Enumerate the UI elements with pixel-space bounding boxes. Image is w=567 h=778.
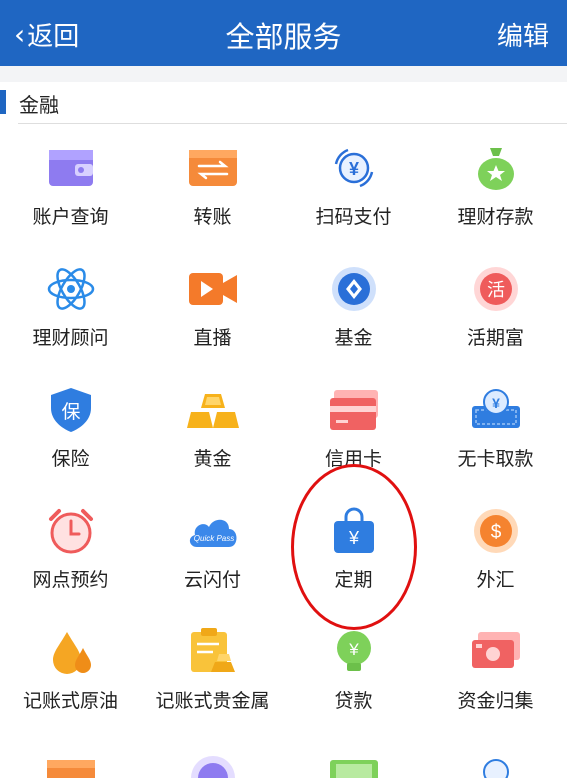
service-cardless-withdraw[interactable]: ¥ 无卡取款 [425, 366, 566, 487]
service-live[interactable]: 直播 [142, 245, 283, 366]
service-wealth-advisor[interactable]: 理财顾问 [0, 245, 141, 366]
section-label: 金融 [19, 93, 59, 117]
divider [0, 66, 567, 82]
fund-coin-icon [332, 267, 376, 311]
service-wealth-deposit[interactable]: 理财存款 [425, 124, 566, 245]
oil-drop-icon [53, 632, 91, 674]
bubble-icon [483, 759, 509, 778]
service-label: 扫码支付 [315, 206, 392, 228]
alarm-clock-icon [49, 509, 93, 554]
cash-icon [330, 760, 378, 778]
service-label: 网点预约 [32, 569, 109, 591]
service-gold[interactable]: 黄金 [142, 366, 283, 487]
page-title: 全部服务 [225, 20, 342, 54]
scan-pay-icon: ¥ [334, 148, 374, 188]
atom-icon [47, 268, 95, 310]
video-camera-icon [189, 273, 237, 305]
service-label: 记账式原油 [22, 690, 118, 712]
huo-coin-icon: 活 [474, 267, 518, 311]
section-header-finance: 金融 [0, 82, 567, 124]
service-forex[interactable]: $ 外汇 [425, 487, 566, 608]
service-label: 黄金 [193, 448, 232, 470]
service-fund[interactable]: 基金 [283, 245, 424, 366]
svg-text:$: $ [491, 522, 502, 543]
service-label: 转账 [193, 206, 232, 228]
service-branch-appointment[interactable]: 网点预约 [0, 487, 141, 608]
service-label: 基金 [334, 327, 373, 349]
service-scan-pay[interactable]: ¥ 扫码支付 [283, 124, 424, 245]
svg-text:¥: ¥ [349, 159, 359, 179]
cardless-withdraw-icon: ¥ [472, 389, 520, 428]
dollar-coin-icon: $ [474, 509, 518, 553]
svg-text:活: 活 [487, 280, 505, 301]
svg-text:¥: ¥ [348, 640, 359, 659]
service-transfer[interactable]: 转账 [142, 124, 283, 245]
partial-row-icon [328, 752, 380, 778]
transfer-icon [189, 150, 237, 186]
service-label: 理财存款 [457, 206, 534, 228]
highlight-circle [291, 464, 417, 630]
quickpass-text: Quick Pass [194, 534, 234, 543]
service-label: 保险 [51, 448, 90, 470]
section-accent-bar [0, 90, 6, 114]
service-bookentry-precious-metal[interactable]: 记账式贵金属 [142, 608, 283, 729]
service-bookentry-crude-oil[interactable]: 记账式原油 [0, 608, 141, 729]
svg-text:保: 保 [61, 401, 80, 423]
wallet-icon [49, 150, 93, 186]
svg-text:¥: ¥ [492, 395, 500, 411]
edit-button[interactable]: 编辑 [497, 16, 549, 53]
cash-collect-icon [472, 632, 520, 668]
gold-bars-icon [187, 394, 239, 428]
service-cloud-quickpass[interactable]: Quick Pass 云闪付 [142, 487, 283, 608]
precious-metal-icon [191, 628, 235, 672]
service-label: 活期富 [466, 327, 524, 349]
service-fund-collection[interactable]: 资金归集 [425, 608, 566, 729]
transfer-icon [47, 760, 95, 778]
service-label: 记账式贵金属 [155, 690, 270, 712]
credit-card-icon [330, 390, 378, 430]
service-label: 无卡取款 [457, 448, 534, 470]
partial-row-icon [470, 752, 522, 778]
partial-row-icon [187, 752, 239, 778]
service-label: 云闪付 [183, 569, 241, 591]
quickpass-cloud-icon: Quick Pass [189, 519, 237, 547]
coin-icon [191, 756, 235, 778]
service-label: 理财顾问 [32, 327, 109, 349]
service-huoqifu[interactable]: 活 活期富 [425, 245, 566, 366]
service-label: 外汇 [476, 569, 515, 591]
partial-row-icon [45, 752, 97, 778]
service-label: 资金归集 [457, 690, 534, 712]
service-insurance[interactable]: 保 保险 [0, 366, 141, 487]
top-nav-bar: ‹ 返回 全部服务 编辑 [0, 0, 567, 66]
money-bag-icon [478, 148, 514, 190]
service-label: 直播 [193, 327, 232, 349]
shield-icon: 保 [51, 388, 91, 432]
service-label: 贷款 [334, 690, 373, 712]
service-label: 账户查询 [32, 206, 109, 228]
service-account-query[interactable]: 账户查询 [0, 124, 141, 245]
loan-bulb-icon: ¥ [337, 631, 371, 671]
